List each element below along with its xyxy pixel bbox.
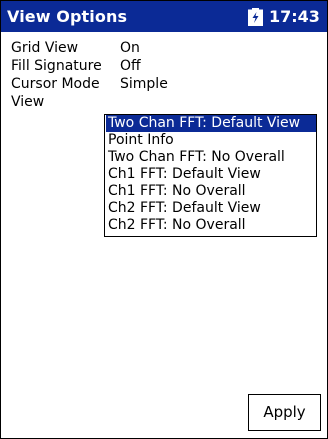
battery-charging-icon <box>248 8 263 26</box>
list-item[interactable]: Two Chan FFT: No Overall <box>106 149 316 166</box>
setting-value[interactable]: Simple <box>120 76 168 92</box>
window-frame: View Options 17:43 Grid View On Fill Sig… <box>0 0 328 439</box>
list-item[interactable]: Point Info <box>106 132 316 149</box>
setting-label: Fill Signature <box>11 58 102 74</box>
setting-value[interactable]: Off <box>120 58 141 74</box>
titlebar: View Options 17:43 <box>1 1 327 32</box>
window-title: View Options <box>7 7 128 26</box>
setting-value[interactable]: On <box>120 40 140 56</box>
list-item[interactable]: Two Chan FFT: Default View <box>106 115 316 132</box>
list-item[interactable]: Ch1 FFT: Default View <box>106 166 316 183</box>
apply-button[interactable]: Apply <box>248 394 321 431</box>
view-listbox[interactable]: Two Chan FFT: Default View Point Info Tw… <box>104 114 317 237</box>
list-item[interactable]: Ch2 FFT: Default View <box>106 200 316 217</box>
clock-time: 17:43 <box>269 7 320 26</box>
setting-label: Cursor Mode <box>11 76 100 92</box>
setting-label: View <box>11 94 45 110</box>
list-item[interactable]: Ch1 FFT: No Overall <box>106 183 316 200</box>
list-item[interactable]: Ch2 FFT: No Overall <box>106 217 316 234</box>
setting-label: Grid View <box>11 40 79 56</box>
